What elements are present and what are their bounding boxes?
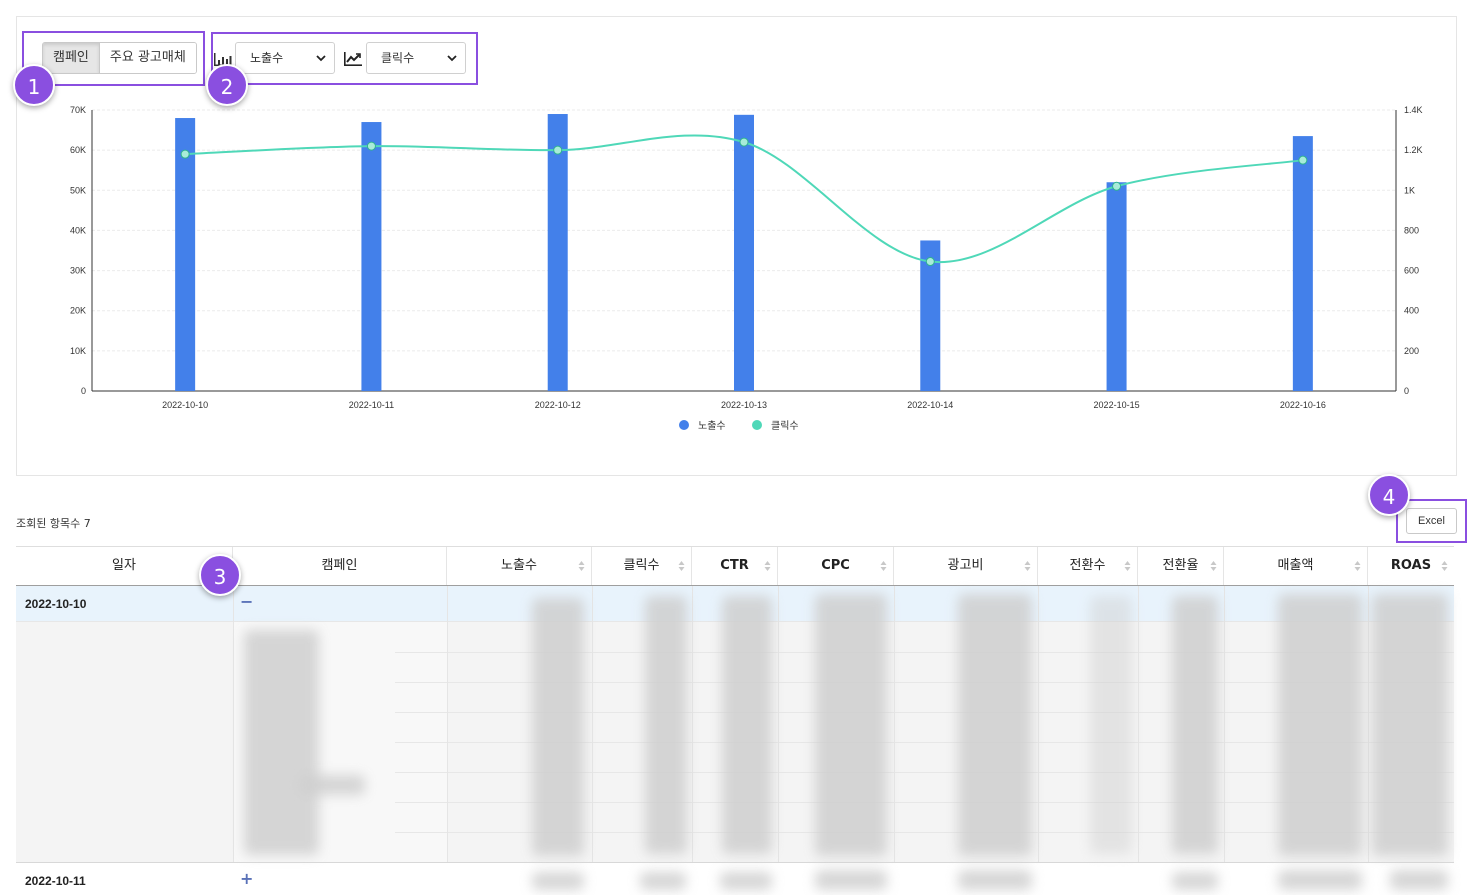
col-header-impressions[interactable]: 노출수 [447,547,592,585]
line-point-2022-10-16 [1298,155,1308,165]
column-divider [1038,586,1039,895]
x-tick-label: 2022-10-15 [1094,400,1140,410]
y-tick-label-right: 200 [1404,346,1419,356]
redacted-campaign-names [244,630,319,855]
redacted-conversions [1090,596,1132,854]
bar-2022-10-13 [734,114,754,392]
col-header-clicks[interactable]: 클릭수 [592,547,692,585]
y-tick-label-right: 0 [1404,386,1409,396]
y-tick-label-left: 40K [70,225,86,235]
sort-icon[interactable] [578,560,585,572]
redacted-revenue [1278,594,1362,856]
line-point-2022-10-11 [366,141,376,151]
bar-2022-10-16 [1292,136,1313,391]
col-header-ad-cost[interactable]: 광고비 [894,547,1038,585]
x-tick-label: 2022-10-12 [535,400,581,410]
redacted-impressions [532,598,584,856]
y-tick-label-right: 600 [1404,266,1419,276]
y-tick-label-left: 30K [70,266,86,276]
sort-icon[interactable] [1210,560,1217,572]
col-header-conversions[interactable]: 전환수 [1038,547,1138,585]
col-header-cpc[interactable]: CPC [778,547,894,585]
redacted-clicks [640,872,686,890]
y-tick-label-right: 1.4K [1404,105,1423,115]
x-tick-label: 2022-10-10 [162,400,208,410]
col-header-revenue[interactable]: 매출액 [1224,547,1368,585]
y-tick-label-left: 60K [70,145,86,155]
legend-label-clicks: 클릭수 [771,420,799,432]
redacted-roas [1390,870,1448,890]
redacted-clicks [645,596,687,854]
col-header-conversion-rate[interactable]: 전환율 [1138,547,1224,585]
redacted-ctr [720,872,772,890]
redacted-ctr [722,596,772,854]
column-divider [1368,586,1369,895]
column-divider [778,586,779,895]
redacted-revenue [1278,870,1362,890]
y-tick-label-left: 0 [81,386,86,396]
sort-icon[interactable] [678,560,685,572]
y-tick-label-left: 10K [70,346,86,356]
y-tick-label-left: 70K [70,105,86,115]
column-divider [447,586,448,895]
column-divider [1138,586,1139,895]
redacted-campaign-names [300,775,365,795]
bar-2022-10-12 [547,114,568,391]
sort-icon[interactable] [1354,560,1361,572]
col-header-roas[interactable]: ROAS [1368,547,1454,585]
legend-swatch-clicks [752,420,762,430]
row-date: 2022-10-11 [25,874,86,888]
redacted-impressions [532,872,584,890]
sort-icon[interactable] [1441,560,1448,572]
column-divider [592,586,593,895]
line-point-2022-10-13 [739,137,749,147]
redacted-cpc [815,594,887,856]
x-tick-label: 2022-10-14 [907,400,953,410]
y-tick-label-right: 1K [1404,185,1415,195]
redacted-cpc [815,870,887,890]
legend-label-impressions: 노출수 [698,420,726,432]
sort-icon[interactable] [880,560,887,572]
line-point-2022-10-15 [1112,181,1122,191]
line-point-2022-10-10 [180,149,190,159]
x-tick-label: 2022-10-16 [1280,400,1326,410]
bar-2022-10-11 [361,122,382,392]
column-divider [1224,586,1225,895]
redacted-ad-cost [958,594,1032,856]
bar-2022-10-15 [1106,182,1127,391]
bar-2022-10-10 [175,118,196,392]
line-point-2022-10-12 [553,145,563,155]
callout-badge-1: 1 [13,64,55,106]
redacted-conversion-rate [1172,596,1218,854]
col-header-campaign[interactable]: 캠페인 [233,547,447,585]
redacted-conversion-rate [1172,872,1218,890]
row-date: 2022-10-10 [25,597,87,611]
y-tick-label-left: 20K [70,306,86,316]
y-tick-label-right: 400 [1404,306,1419,316]
collapse-icon[interactable]: − [240,592,253,611]
x-tick-label: 2022-10-13 [721,400,767,410]
column-divider [894,586,895,895]
callout-badge-2: 2 [206,64,248,106]
y-tick-label-right: 800 [1404,225,1419,235]
result-count: 조회된 항목수 7 [16,517,91,530]
sort-icon[interactable] [764,560,771,572]
expand-icon[interactable]: + [240,869,253,888]
y-tick-label-left: 50K [70,185,86,195]
sort-icon[interactable] [1124,560,1131,572]
legend-swatch-impressions [679,420,689,430]
col-header-ctr[interactable]: CTR [692,547,778,585]
redacted-roas [1372,594,1448,856]
y-tick-label-right: 1.2K [1404,145,1423,155]
sort-icon[interactable] [1024,560,1031,572]
column-divider [692,586,693,895]
column-divider [233,586,234,895]
redacted-ad-cost [958,870,1032,890]
x-tick-label: 2022-10-11 [349,400,394,410]
callout-badge-3: 3 [199,554,241,596]
excel-button[interactable]: Excel [1406,508,1457,534]
callout-badge-4: 4 [1368,474,1410,516]
line-point-2022-10-14 [925,257,935,267]
